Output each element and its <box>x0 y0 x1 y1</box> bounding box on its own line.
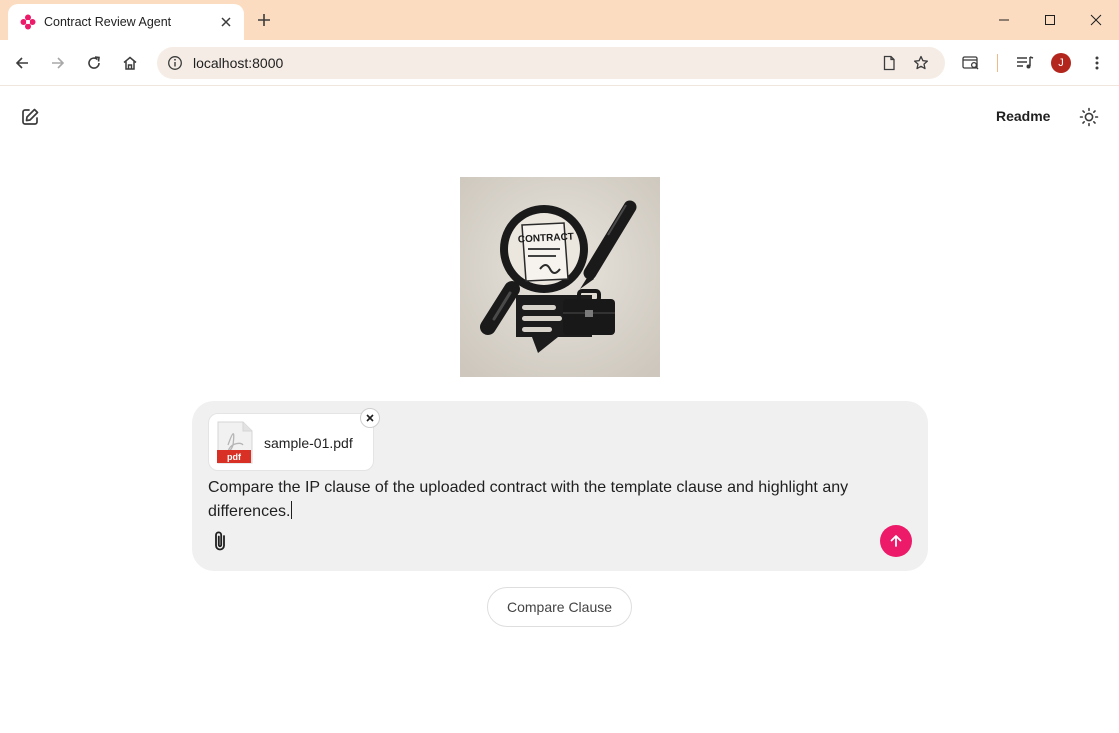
app-logo-icon <box>20 14 36 30</box>
page-info-icon[interactable] <box>879 53 899 73</box>
attachment-file-name: sample-01.pdf <box>264 435 353 451</box>
profile-avatar[interactable]: J <box>1051 53 1071 73</box>
new-chat-icon[interactable] <box>18 105 42 129</box>
suggestion-compare-clause[interactable]: Compare Clause <box>487 587 632 627</box>
attachment-chip[interactable]: pdf sample-01.pdf <box>208 413 374 471</box>
address-url: localhost:8000 <box>193 55 284 71</box>
browser-titlebar: Contract Review Agent <box>0 0 1119 40</box>
arrow-up-icon <box>890 535 902 547</box>
prompt-text: Compare the IP clause of the uploaded co… <box>208 479 849 520</box>
site-info-icon[interactable] <box>165 53 185 73</box>
home-icon[interactable] <box>116 49 144 77</box>
hero-image: CONTRACT <box>460 177 660 377</box>
back-icon[interactable] <box>8 49 36 77</box>
readme-link[interactable]: Readme <box>996 108 1050 124</box>
pdf-type-label: pdf <box>227 452 242 462</box>
forward-icon[interactable] <box>44 49 72 77</box>
browser-toolbar: localhost:8000 J <box>0 40 1119 86</box>
tab-title: Contract Review Agent <box>44 15 172 29</box>
pdf-file-icon: pdf <box>217 421 253 464</box>
text-caret <box>291 501 293 519</box>
chat-composer: pdf sample-01.pdf Compare the IP clause … <box>192 401 928 571</box>
minimize-icon[interactable] <box>990 6 1018 34</box>
tab-search-icon[interactable] <box>959 51 983 75</box>
paperclip-icon[interactable] <box>208 529 232 553</box>
new-tab-icon[interactable] <box>252 8 276 32</box>
browser-tab[interactable]: Contract Review Agent <box>8 4 244 40</box>
toolbar-divider <box>997 54 998 72</box>
close-window-icon[interactable] <box>1082 6 1110 34</box>
bookmark-star-icon[interactable] <box>911 53 931 73</box>
remove-attachment-icon[interactable] <box>360 408 380 428</box>
tab-close-icon[interactable] <box>216 12 236 32</box>
media-controls-icon[interactable] <box>1013 51 1037 75</box>
maximize-icon[interactable] <box>1036 6 1064 34</box>
prompt-input[interactable]: Compare the IP clause of the uploaded co… <box>208 476 908 524</box>
sun-icon[interactable] <box>1077 105 1101 129</box>
send-button[interactable] <box>880 525 912 557</box>
reload-icon[interactable] <box>80 49 108 77</box>
address-bar[interactable]: localhost:8000 <box>157 47 945 79</box>
browser-menu-icon[interactable] <box>1085 51 1109 75</box>
